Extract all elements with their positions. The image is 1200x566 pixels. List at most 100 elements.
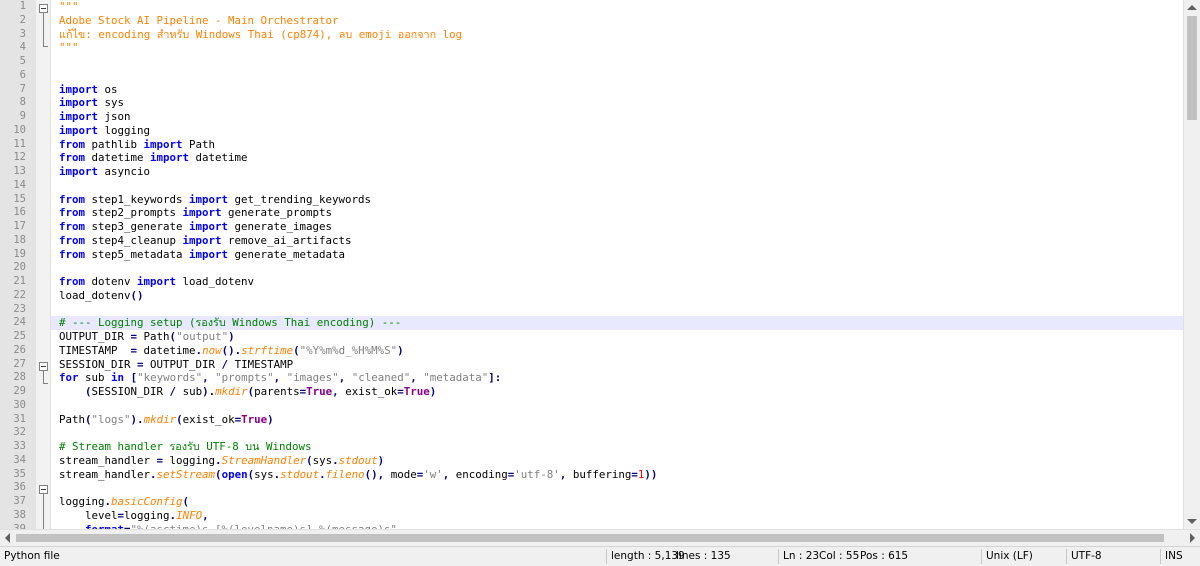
code-line[interactable]: (SESSION_DIR / sub).mkdir(parents=True, … (51, 385, 1184, 399)
line-number[interactable]: 23 (0, 303, 26, 317)
line-number[interactable]: 19 (0, 248, 26, 262)
line-number[interactable]: 13 (0, 165, 26, 179)
line-number[interactable]: 21 (0, 275, 26, 289)
code-line[interactable]: import asyncio (51, 165, 1184, 179)
code-line[interactable] (51, 261, 1184, 275)
code-line[interactable]: logging.basicConfig( (51, 495, 1184, 509)
scroll-left-icon[interactable] (5, 533, 10, 543)
line-number[interactable]: 12 (0, 151, 26, 165)
line-number[interactable]: 5 (0, 55, 26, 69)
status-encoding[interactable]: UTF-8 (1067, 547, 1102, 566)
line-number[interactable]: 1 (0, 0, 26, 14)
code-line[interactable]: import os (51, 83, 1184, 97)
line-number[interactable]: 20 (0, 261, 26, 275)
code-token: load_dotenv (176, 275, 255, 288)
line-number-gutter[interactable]: 1 2 3 4 5 6 7 8 9 10 11 12 13 14 15 16 17 18 19 20 21 22 23 24 2… (0, 0, 37, 529)
code-line[interactable]: for sub in ["keywords", "prompts", "imag… (51, 371, 1184, 385)
line-number[interactable]: 8 (0, 96, 26, 110)
code-line[interactable] (51, 179, 1184, 193)
code-line[interactable] (51, 303, 1184, 317)
code-line[interactable]: แก้ไข: encoding สำหรับ Windows Thai (cp8… (51, 28, 1184, 42)
line-number[interactable]: 18 (0, 234, 26, 248)
line-number[interactable]: 26 (0, 344, 26, 358)
code-area[interactable]: """ Adobe Stock AI Pipeline - Main Orches… (51, 0, 1184, 529)
horizontal-scrollbar[interactable] (0, 529, 1200, 546)
line-number[interactable]: 16 (0, 206, 26, 220)
code-line-text: import os (59, 83, 118, 97)
code-line[interactable]: """ (51, 0, 1184, 14)
code-line[interactable]: from dotenv import load_dotenv (51, 275, 1184, 289)
line-number[interactable]: 37 (0, 495, 26, 509)
code-line[interactable] (51, 481, 1184, 495)
horizontal-scroll-thumb[interactable] (16, 534, 1164, 542)
line-number[interactable]: 22 (0, 289, 26, 303)
scroll-up-icon[interactable] (1187, 5, 1197, 10)
scroll-right-icon[interactable] (1190, 533, 1195, 543)
scroll-down-icon[interactable] (1187, 519, 1197, 524)
code-line[interactable]: from step4_cleanup import remove_ai_arti… (51, 234, 1184, 248)
line-number[interactable]: 28 (0, 371, 26, 385)
line-number[interactable]: 9 (0, 110, 26, 124)
fold-margin[interactable] (36, 0, 51, 529)
line-number[interactable]: 15 (0, 193, 26, 207)
line-number[interactable]: 10 (0, 124, 26, 138)
code-token: step4_cleanup (85, 233, 183, 247)
status-insert-mode[interactable]: INS (1161, 547, 1183, 566)
line-number[interactable]: 2 (0, 14, 26, 28)
code-line[interactable]: from step5_metadata import generate_meta… (51, 248, 1184, 262)
status-eol[interactable]: Unix (LF) (982, 547, 1033, 566)
line-number[interactable]: 34 (0, 454, 26, 468)
vertical-scrollbar[interactable] (1183, 0, 1200, 529)
line-number[interactable]: 6 (0, 69, 26, 83)
line-number[interactable]: 3 (0, 28, 26, 42)
line-number[interactable]: 25 (0, 330, 26, 344)
code-line[interactable]: load_dotenv() (51, 289, 1184, 303)
code-line-text: แก้ไข: encoding สำหรับ Windows Thai (cp8… (59, 28, 462, 42)
line-number[interactable]: 11 (0, 138, 26, 152)
code-token: ( (182, 495, 190, 508)
code-line[interactable]: from step2_prompts import generate_promp… (51, 206, 1184, 220)
code-editor[interactable]: 1 2 3 4 5 6 7 8 9 10 11 12 13 14 15 16 17 18 19 20 21 22 23 24 2… (0, 0, 1200, 529)
line-number[interactable]: 33 (0, 440, 26, 454)
code-token: setStream (156, 467, 216, 481)
code-line[interactable]: # --- Logging setup (รองรับ Windows Thai… (51, 316, 1184, 330)
line-number[interactable]: 35 (0, 468, 26, 482)
code-token: asyncio (98, 165, 151, 178)
line-number[interactable]: 29 (0, 385, 26, 399)
vertical-scroll-thumb[interactable] (1187, 16, 1197, 120)
code-line[interactable]: level=logging.INFO, (51, 509, 1184, 523)
code-line[interactable]: from step1_keywords import get_trending_… (51, 193, 1184, 207)
line-number[interactable]: 14 (0, 179, 26, 193)
code-line[interactable]: SESSION_DIR = OUTPUT_DIR / TIMESTAMP (51, 358, 1184, 372)
code-line[interactable]: OUTPUT_DIR = Path("output") (51, 330, 1184, 344)
line-number[interactable]: 17 (0, 220, 26, 234)
line-number[interactable]: 32 (0, 426, 26, 440)
code-line[interactable]: # Stream handler รองรับ UTF-8 บน Windows (51, 440, 1184, 454)
code-line[interactable]: from pathlib import Path (51, 138, 1184, 152)
line-number[interactable]: 30 (0, 399, 26, 413)
code-line[interactable]: from step3_generate import generate_imag… (51, 220, 1184, 234)
code-line[interactable]: stream_handler.setStream(open(sys.stdout… (51, 468, 1184, 482)
line-number[interactable]: 27 (0, 358, 26, 372)
code-line[interactable]: Path("logs").mkdir(exist_ok=True) (51, 413, 1184, 427)
code-line[interactable]: stream_handler = logging.StreamHandler(s… (51, 454, 1184, 468)
line-number[interactable]: 7 (0, 83, 26, 97)
line-number[interactable]: 31 (0, 413, 26, 427)
code-line[interactable]: import logging (51, 124, 1184, 138)
code-line[interactable] (51, 69, 1184, 83)
code-line[interactable] (51, 426, 1184, 440)
code-line[interactable] (51, 55, 1184, 69)
line-number[interactable]: 4 (0, 41, 26, 55)
code-line[interactable]: Adobe Stock AI Pipeline - Main Orchestra… (51, 14, 1184, 28)
code-token: sub (78, 371, 112, 385)
code-line[interactable]: """ (51, 41, 1184, 55)
status-file-type: Python file (4, 550, 60, 562)
code-line[interactable]: TIMESTAMP = datetime.now().strftime("%Y%… (51, 344, 1184, 358)
code-line[interactable]: import json (51, 110, 1184, 124)
code-line[interactable]: import sys (51, 96, 1184, 110)
code-line[interactable]: from datetime import datetime (51, 151, 1184, 165)
line-number[interactable]: 24 (0, 316, 26, 330)
line-number[interactable]: 38 (0, 509, 26, 523)
code-line[interactable] (51, 399, 1184, 413)
line-number[interactable]: 36 (0, 481, 26, 495)
